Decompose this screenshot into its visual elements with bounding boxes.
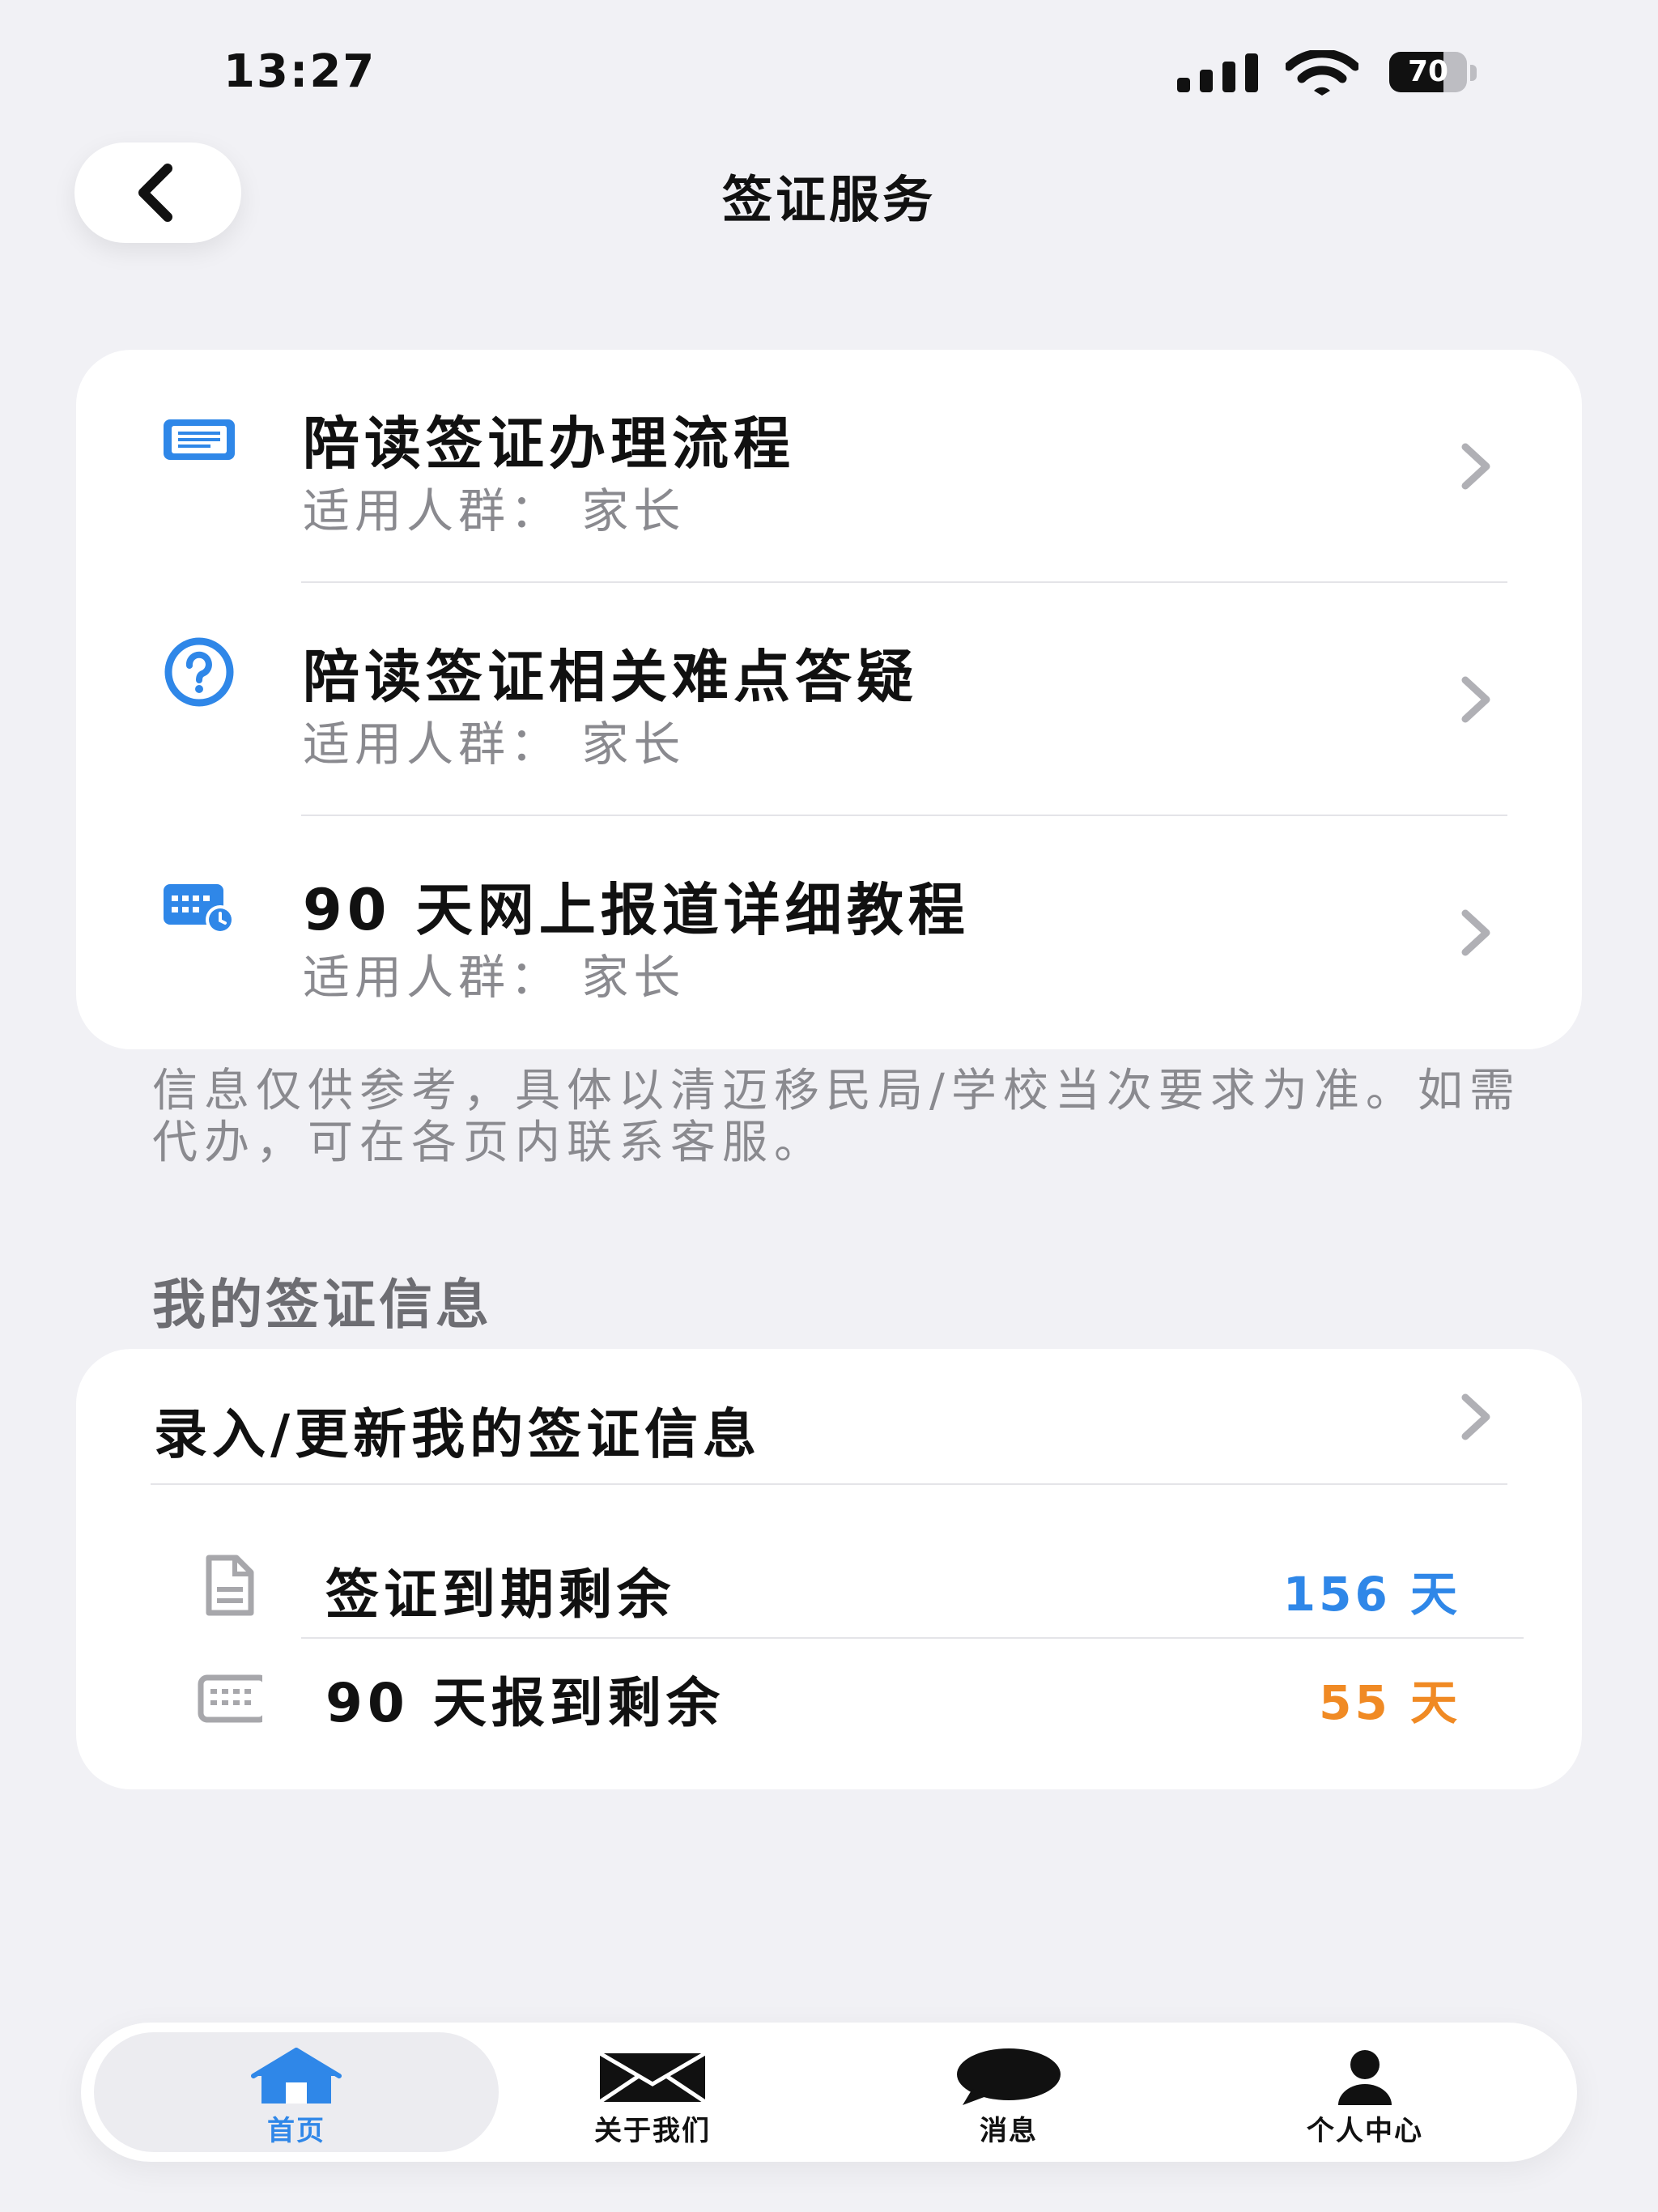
my-visa-card: 录入/更新我的签证信息 签证到期剩余 156 天 90 天报到剩余 55 天	[76, 1349, 1582, 1789]
visa-services-card: 陪读签证办理流程 适用人群： 家长 陪读签证相关难点答疑 适用人群： 家长 90…	[76, 350, 1582, 1049]
tab-home[interactable]: 首页	[118, 2023, 474, 2162]
tab-label: 个人中心	[1307, 2115, 1423, 2147]
service-title: 陪读签证相关难点答疑	[303, 644, 918, 710]
divider	[301, 1637, 1524, 1639]
service-subtitle: 适用人群： 家长	[303, 717, 686, 772]
home-icon	[251, 2048, 342, 2104]
chevron-right-icon	[1461, 909, 1490, 956]
my-visa-section-title: 我的签证信息	[152, 1274, 492, 1336]
battery-indicator: 70	[1389, 52, 1467, 92]
visa-expiry-value: 156 天	[1282, 1567, 1460, 1622]
chevron-right-icon	[1461, 443, 1490, 490]
page-title: 签证服务	[721, 170, 936, 229]
service-title: 90 天网上报道详细教程	[303, 877, 970, 943]
cellular-signal-icon	[1177, 53, 1258, 92]
ninety-day-report-value: 55 天	[1319, 1675, 1460, 1730]
document-icon	[206, 1555, 254, 1616]
service-subtitle: 适用人群： 家长	[303, 483, 686, 538]
service-item-process[interactable]: 陪读签证办理流程 适用人群： 家长	[76, 350, 1582, 583]
chevron-right-icon	[1461, 676, 1490, 723]
divider	[151, 1483, 1507, 1485]
tab-label: 首页	[267, 2115, 325, 2147]
calendar-icon	[198, 1674, 262, 1723]
calendar-clock-icon	[164, 884, 235, 934]
service-subtitle: 适用人群： 家长	[303, 950, 686, 1005]
update-visa-info-row[interactable]: 录入/更新我的签证信息	[76, 1349, 1582, 1483]
tab-label: 关于我们	[594, 2115, 711, 2147]
service-item-90-day-tutorial[interactable]: 90 天网上报道详细教程 适用人群： 家长	[76, 816, 1582, 1049]
question-circle-icon	[164, 637, 234, 707]
ninety-day-report-label: 90 天报到剩余	[325, 1672, 725, 1734]
bottom-tab-bar: 首页 关于我们 消息 个人中心	[81, 2023, 1577, 2162]
document-list-icon	[164, 419, 235, 460]
chevron-right-icon	[1461, 1393, 1490, 1440]
tab-label: 消息	[980, 2115, 1038, 2147]
visa-expiry-label: 签证到期剩余	[325, 1563, 675, 1626]
tab-about-us[interactable]: 关于我们	[474, 2023, 831, 2162]
tab-messages[interactable]: 消息	[831, 2023, 1187, 2162]
battery-level: 70	[1407, 55, 1449, 88]
person-icon	[1338, 2050, 1392, 2105]
service-title: 陪读签证办理流程	[303, 410, 795, 477]
mail-icon	[598, 2051, 707, 2104]
ninety-day-report-row: 90 天报到剩余 55 天	[76, 1644, 1582, 1749]
tab-profile[interactable]: 个人中心	[1187, 2023, 1543, 2162]
disclaimer-notice: 信息仅供参考，具体以清迈移民局/学校当次要求为准。如需代办，可在各页内联系客服。	[152, 1065, 1521, 1169]
update-visa-info-label: 录入/更新我的签证信息	[154, 1403, 762, 1465]
battery-tip	[1470, 65, 1477, 81]
chat-bubble-icon	[957, 2048, 1061, 2105]
status-bar: 13:27 70	[0, 0, 1658, 146]
service-item-faq[interactable]: 陪读签证相关难点答疑 适用人群： 家长	[76, 583, 1582, 816]
visa-expiry-row: 签证到期剩余 156 天	[76, 1535, 1582, 1640]
wifi-icon	[1286, 50, 1358, 96]
status-time: 13:27	[223, 45, 376, 98]
